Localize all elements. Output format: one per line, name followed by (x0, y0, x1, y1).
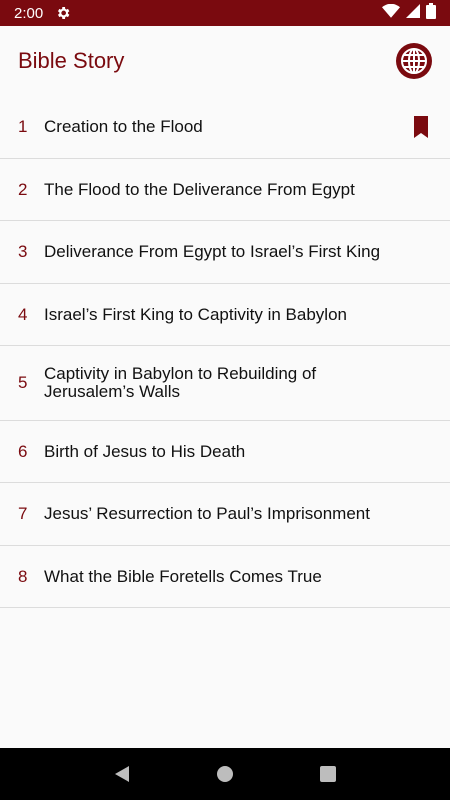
story-title: The Flood to the Deliverance From Egypt (44, 179, 355, 199)
story-row-8[interactable]: 8 What the Bible Foretells Comes True (0, 546, 450, 608)
recents-button[interactable] (308, 754, 348, 794)
story-title: Captivity in Babylon to Rebuilding of Je… (44, 364, 317, 401)
story-row-7[interactable]: 7 Jesus’ Resurrection to Paul’s Imprison… (0, 483, 450, 546)
story-title: Israel’s First King to Captivity in Baby… (44, 304, 347, 324)
story-title: What the Bible Foretells Comes True (44, 566, 322, 586)
story-number: 8 (18, 566, 28, 586)
gear-icon (55, 5, 71, 21)
story-number: 7 (18, 504, 28, 523)
story-title: Birth of Jesus to His Death (44, 441, 246, 461)
globe-icon (401, 48, 427, 74)
story-number: 3 (18, 242, 28, 261)
story-list: 1 Creation to the Flood 2 The Flood to t… (0, 96, 450, 608)
story-number: 1 (18, 117, 28, 136)
back-icon (114, 766, 129, 782)
home-button[interactable] (205, 754, 245, 794)
app-title: Bible Story (18, 48, 125, 73)
story-title: Deliverance From Egypt to Israel’s First… (44, 242, 381, 261)
story-number: 2 (18, 179, 28, 199)
story-row-6[interactable]: 6 Birth of Jesus to His Death (0, 421, 450, 483)
story-number: 4 (18, 304, 28, 324)
story-number: 6 (18, 441, 28, 461)
story-row-1[interactable]: 1 Creation to the Flood (0, 96, 450, 159)
wifi-icon (382, 3, 400, 22)
bookmark-icon[interactable] (414, 116, 428, 138)
system-nav-bar (0, 748, 450, 800)
signal-icon (406, 4, 420, 22)
story-row-3[interactable]: 3 Deliverance From Egypt to Israel’s Fir… (0, 221, 450, 284)
back-button[interactable] (102, 754, 142, 794)
battery-icon (426, 3, 436, 23)
story-number: 5 (18, 373, 28, 392)
status-bar: 2:00 (0, 0, 450, 26)
story-row-4[interactable]: 4 Israel’s First King to Captivity in Ba… (0, 284, 450, 346)
app-bar: Bible Story (0, 26, 450, 96)
status-time: 2:00 (14, 4, 44, 22)
story-row-5[interactable]: 5 Captivity in Babylon to Rebuilding of … (0, 346, 450, 421)
story-row-2[interactable]: 2 The Flood to the Deliverance From Egyp… (0, 159, 450, 221)
story-title: Jesus’ Resurrection to Paul’s Imprisonme… (44, 504, 370, 523)
status-icons (382, 3, 436, 23)
recents-icon (320, 766, 337, 782)
story-title: Creation to the Flood (44, 117, 203, 136)
language-button[interactable] (396, 43, 432, 79)
home-icon (216, 766, 233, 782)
